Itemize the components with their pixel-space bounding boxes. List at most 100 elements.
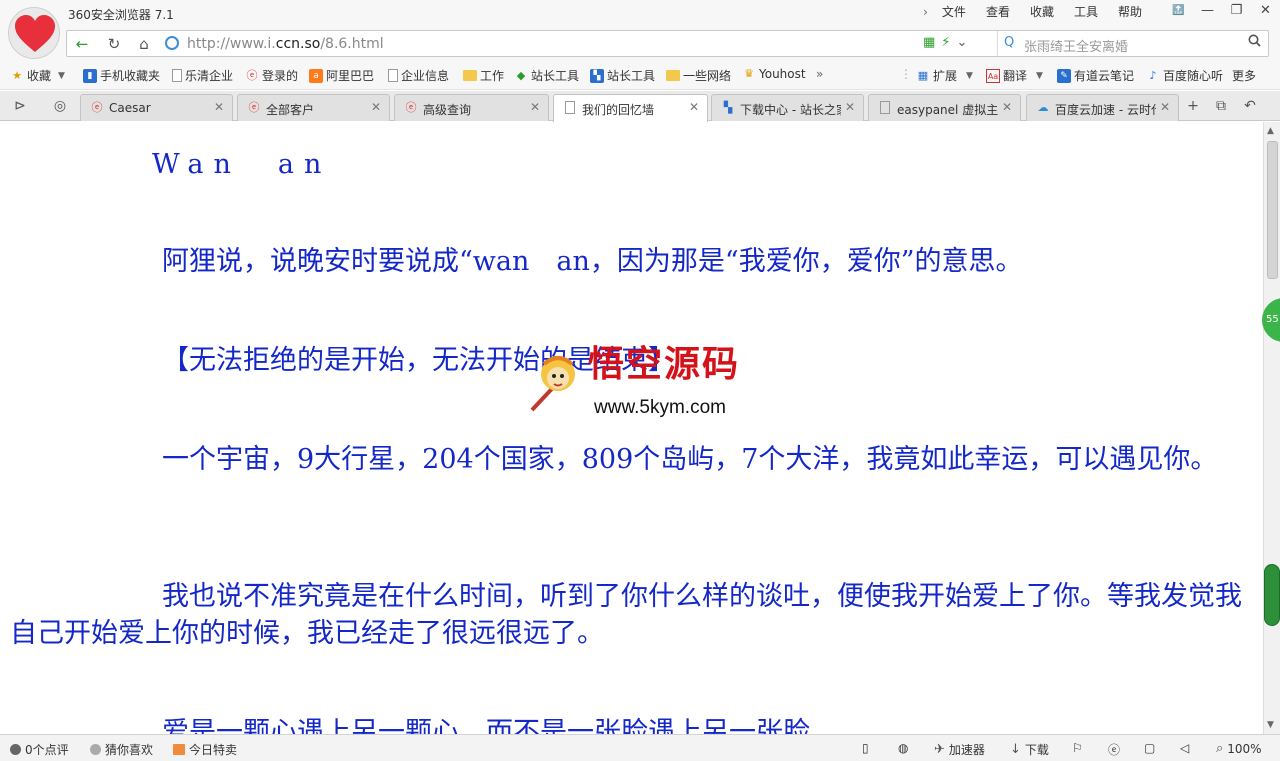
article-paragraph: 我也说不准究竟是在什么时间，听到了你什么样的谈吐，便使我开始爱上了你。等我发觉我… [10, 578, 1255, 652]
restore-button[interactable]: ❐ [1222, 0, 1251, 22]
globe-icon [165, 36, 179, 50]
bookmarks-more-button[interactable]: » [816, 67, 823, 81]
tab-caesar[interactable]: ⓔ Caesar ✕ [80, 94, 233, 121]
menu-favorites[interactable]: 收藏 [1020, 4, 1064, 20]
search-engine-icon[interactable]: Q [1004, 35, 1014, 50]
qr-code-icon[interactable]: ▦ [923, 34, 935, 52]
close-button[interactable]: ✕ [1251, 0, 1280, 22]
bookmark-label: 阿里巴巴 [326, 69, 375, 83]
bookmarks-bar: ★ 收藏 ▼ ▮ 手机收藏夹 乐清企业 ⓔ 登录的 a 阿里巴巴 企业信息 工作… [0, 60, 1280, 90]
alibaba-icon: a [309, 68, 323, 83]
menu-view[interactable]: 查看 [976, 4, 1020, 20]
url-text: http://www.i.ccn.so/8.6.html [187, 36, 384, 52]
menu-file[interactable]: 文件 [932, 4, 976, 20]
reload-button[interactable]: ↻ [103, 35, 125, 53]
bookmark-item[interactable]: ▮ 手机收藏夹 [83, 67, 160, 84]
translate-button[interactable]: Aa 翻译 ▼ [986, 67, 1043, 84]
accelerator-button[interactable]: ✈ 加速器 [934, 741, 985, 758]
bookmark-label: Youhost [759, 67, 806, 81]
close-tab-icon[interactable]: ✕ [371, 100, 381, 114]
close-tab-icon[interactable]: ✕ [845, 100, 855, 114]
bookmark-favorites[interactable]: ★ 收藏 ▼ [10, 67, 65, 84]
comment-icon [10, 744, 21, 755]
weibo-icon[interactable]: ◎ [50, 97, 70, 115]
back-button[interactable]: ← [71, 35, 93, 53]
chevron-down-icon: ▼ [58, 70, 65, 81]
window-icon[interactable]: ▢ [1144, 741, 1155, 755]
bookmark-item[interactable]: 工作 [463, 67, 504, 84]
tab-memory-wall[interactable]: 我们的回忆墙 ✕ [553, 94, 708, 122]
zoom-control[interactable]: ⌕ 100% [1216, 741, 1262, 756]
bookmark-item[interactable]: ♛ Youhost [742, 67, 806, 81]
search-button[interactable] [1248, 34, 1261, 51]
security-icon[interactable]: ◍ [898, 741, 908, 755]
mobile-icon[interactable]: ▯ [862, 741, 869, 755]
close-tab-icon[interactable]: ✕ [530, 100, 540, 114]
close-tab-icon[interactable]: ✕ [1160, 100, 1170, 114]
menu-tools[interactable]: 工具 [1064, 4, 1108, 20]
bookmark-item[interactable]: 企业信息 [388, 67, 449, 84]
url-dropdown-icon[interactable]: ⌄ [956, 34, 967, 52]
daily-deal-button[interactable]: 今日特卖 [173, 741, 237, 758]
tab-list-icon[interactable]: ⧉ [1211, 97, 1231, 115]
baidu-music-label: 百度随心听 [1163, 69, 1224, 83]
more-button[interactable]: 更多 [1232, 67, 1256, 84]
tab-easypanel[interactable]: easypanel 虚拟主机 ✕ [868, 94, 1021, 121]
bookmark-item[interactable]: 乐清企业 [172, 67, 233, 84]
baidu-music-button[interactable]: ♪ 百度随心听 [1146, 67, 1223, 84]
tab-download-center[interactable]: ▚ 下载中心 - 站长之家 ✕ [711, 94, 864, 121]
menu-expand-icon[interactable]: › [919, 4, 932, 20]
tab-all-customers[interactable]: ⓔ 全部客户 ✕ [237, 94, 390, 121]
download-button[interactable]: ↓ 下载 [1010, 741, 1049, 758]
lightning-icon[interactable]: ⚡ [941, 34, 950, 52]
site-icon: ⓔ [405, 101, 417, 114]
side-meter-widget[interactable] [1264, 564, 1280, 626]
search-input[interactable]: 张雨绮王全安离婚 [1024, 36, 1128, 55]
youdao-note-button[interactable]: ✎ 有道云笔记 [1057, 67, 1134, 84]
music-icon: ♪ [1149, 68, 1157, 82]
bookmark-label: 工作 [480, 69, 505, 83]
ie-mode-icon[interactable]: ⓔ [1108, 741, 1120, 758]
close-tab-icon[interactable]: ✕ [1002, 100, 1012, 114]
comments-button[interactable]: 0个点评 [10, 741, 69, 758]
scrollbar-thumb[interactable] [1267, 141, 1278, 279]
bookmark-label: 站长工具 [607, 69, 656, 83]
tab-advanced-search[interactable]: ⓔ 高级查询 ✕ [394, 94, 549, 121]
site-icon: ▚ [723, 101, 733, 114]
vertical-scrollbar[interactable]: ▲ ▼ [1263, 122, 1280, 734]
browser-logo-icon[interactable] [8, 7, 60, 59]
close-tab-icon[interactable]: ✕ [214, 100, 224, 114]
article-title-text: Wan an [152, 149, 332, 180]
menu-help[interactable]: 帮助 [1108, 4, 1152, 20]
flag-icon[interactable]: ⚐ [1072, 741, 1083, 755]
bookmark-item[interactable]: 一些网络 [666, 67, 731, 84]
bookmark-item[interactable]: ◆ 站长工具 [514, 67, 579, 84]
home-button[interactable]: ⌂ [133, 35, 155, 53]
watermark-title: 悟空源码 [588, 343, 741, 385]
scroll-down-arrow-icon[interactable]: ▼ [1267, 720, 1274, 730]
guess-you-like-button[interactable]: 猜你喜欢 [90, 741, 153, 758]
star-icon: ★ [12, 68, 22, 82]
new-tab-button[interactable]: + [1183, 97, 1203, 115]
gift-icon [173, 744, 185, 755]
chevron-down-icon: ▼ [966, 70, 973, 81]
url-input[interactable]: http://www.i.ccn.so/8.6.html [161, 31, 861, 56]
watermark-logo: 悟空源码 www.5kym.com [528, 343, 758, 418]
sidebar-toggle-icon[interactable]: ⊳ [10, 97, 30, 115]
speaker-icon[interactable]: ◁ [1180, 741, 1189, 755]
folder-icon [666, 70, 680, 81]
site-icon: ◆ [516, 68, 526, 82]
undo-close-icon[interactable]: ↶ [1240, 97, 1260, 115]
pin-icon[interactable]: 🔝 [1164, 0, 1193, 22]
bookmark-label: 一些网络 [683, 69, 732, 83]
tab-label: Caesar [109, 101, 151, 115]
extensions-button[interactable]: ▦ 扩展 ▼ [916, 67, 973, 84]
close-tab-icon[interactable]: ✕ [689, 100, 699, 114]
tab-baidu-cloud[interactable]: ☁ 百度云加速 - 云时代 ✕ [1026, 94, 1179, 121]
bookmark-item[interactable]: a 阿里巴巴 [309, 67, 374, 84]
minimize-button[interactable]: — [1193, 0, 1222, 22]
bookmark-item[interactable]: ▚ 站长工具 [590, 67, 655, 84]
bookmark-item[interactable]: ⓔ 登录的 [245, 67, 299, 84]
scroll-up-arrow-icon[interactable]: ▲ [1267, 126, 1274, 136]
tab-label: 高级查询 [423, 103, 472, 117]
